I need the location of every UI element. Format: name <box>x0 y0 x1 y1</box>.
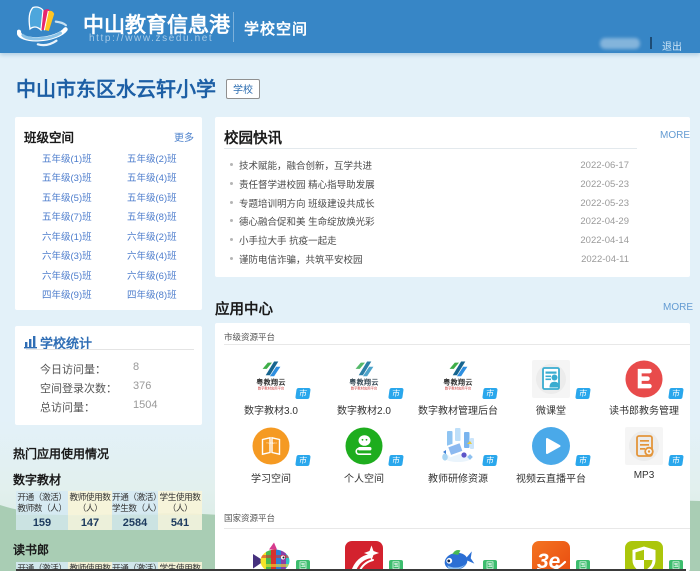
svg-text:粤教翔云: 粤教翔云 <box>349 378 379 387</box>
svg-text:数字教材应用平台: 数字教材应用平台 <box>445 386 472 391</box>
svg-text:YUREN: YUREN <box>266 441 277 445</box>
svg-text:粤教翔云: 粤教翔云 <box>443 378 473 387</box>
svg-text:数字教材应用平台: 数字教材应用平台 <box>351 386 378 391</box>
svg-text:数字教材应用平台: 数字教材应用平台 <box>258 386 285 391</box>
svg-text:粤教翔云: 粤教翔云 <box>256 378 286 387</box>
